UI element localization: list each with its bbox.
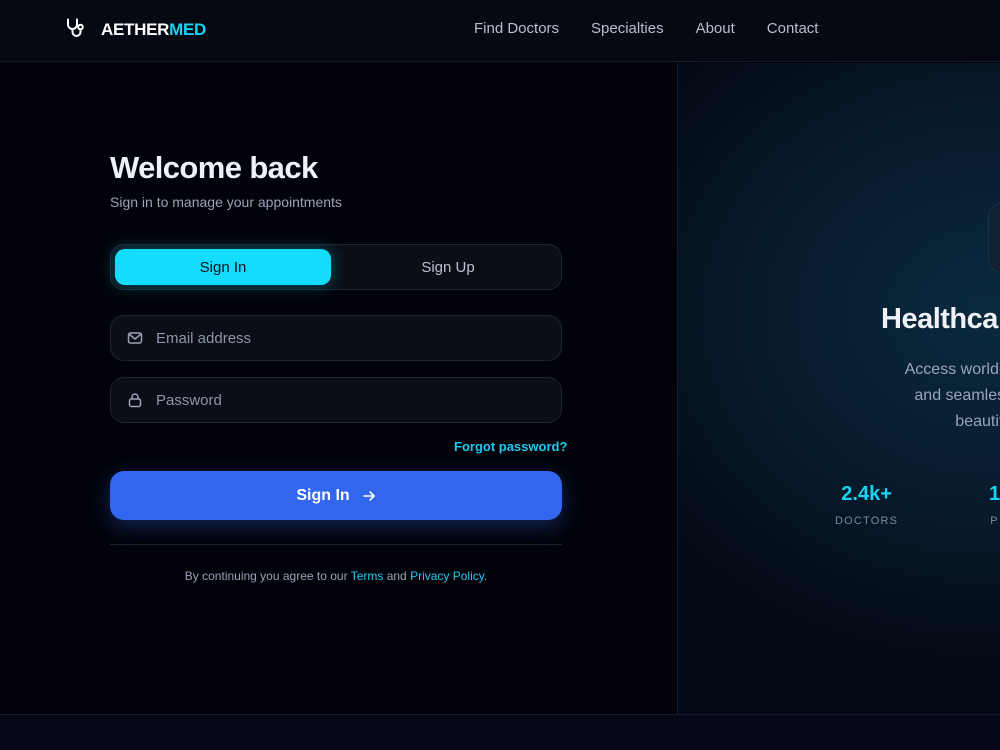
nav-about[interactable]: About	[696, 20, 735, 37]
stethoscope-icon	[64, 17, 86, 44]
email-input[interactable]	[156, 329, 546, 347]
divider	[110, 544, 562, 545]
hero-badge	[988, 203, 1000, 273]
tab-sign-in[interactable]: Sign In	[115, 249, 331, 285]
terms-prefix: By continuing you agree to our	[184, 569, 351, 583]
mail-icon	[127, 330, 143, 346]
terms-suffix: .	[483, 569, 488, 583]
main-nav: Find Doctors Specialties About Contact	[474, 20, 850, 37]
sign-in-button-label: Sign In	[296, 486, 350, 504]
stat-second: 1 P	[989, 483, 1000, 527]
lock-icon	[127, 392, 143, 408]
page-subtitle: Sign in to manage your appointments	[110, 194, 342, 210]
footer-band	[0, 714, 1000, 750]
forgot-password-link[interactable]: Forgot password?	[454, 439, 567, 454]
brand-name-primary: AETHER	[101, 20, 170, 39]
tab-sign-up[interactable]: Sign Up	[340, 249, 556, 285]
stat-value: 2.4k+	[841, 483, 892, 505]
nav-contact[interactable]: Contact	[767, 20, 819, 37]
stat-value: 1	[989, 483, 1000, 505]
stat-label: P	[990, 515, 999, 527]
top-header: AETHERMED Find Doctors Specialties About…	[0, 0, 1000, 62]
hero-title: Healthca	[881, 303, 998, 335]
brand-name: AETHERMED	[101, 20, 206, 40]
password-input[interactable]	[156, 391, 546, 409]
hero-desc-line-1: Access world-class specia	[904, 361, 1000, 378]
hero-description: Access world-class specia and seamless o…	[798, 357, 1000, 435]
arrow-right-icon	[362, 489, 376, 503]
terms-middle: and	[383, 569, 411, 583]
brand-name-accent: MED	[169, 20, 206, 39]
hero-desc-line-2: and seamless online co	[914, 387, 1000, 404]
stat-label: DOCTORS	[835, 515, 899, 527]
hero-panel: Healthca Access world-class specia and s…	[677, 63, 1000, 714]
terms-notice: By continuing you agree to our Terms and…	[110, 569, 562, 583]
terms-link[interactable]: Terms	[351, 569, 384, 583]
email-field[interactable]	[110, 315, 562, 361]
privacy-policy-link[interactable]: Privacy Policy	[410, 569, 484, 583]
nav-find-doctors[interactable]: Find Doctors	[474, 20, 559, 37]
hero-desc-line-3: beautifully d	[955, 413, 1000, 430]
nav-specialties[interactable]: Specialties	[591, 20, 664, 37]
auth-tabs: Sign In Sign Up	[110, 244, 562, 290]
page-title: Welcome back	[110, 150, 318, 185]
brand-logo[interactable]: AETHERMED	[64, 18, 206, 42]
password-field[interactable]	[110, 377, 562, 423]
stat-doctors: 2.4k+ DOCTORS	[835, 483, 898, 527]
sign-in-button[interactable]: Sign In	[110, 471, 562, 520]
